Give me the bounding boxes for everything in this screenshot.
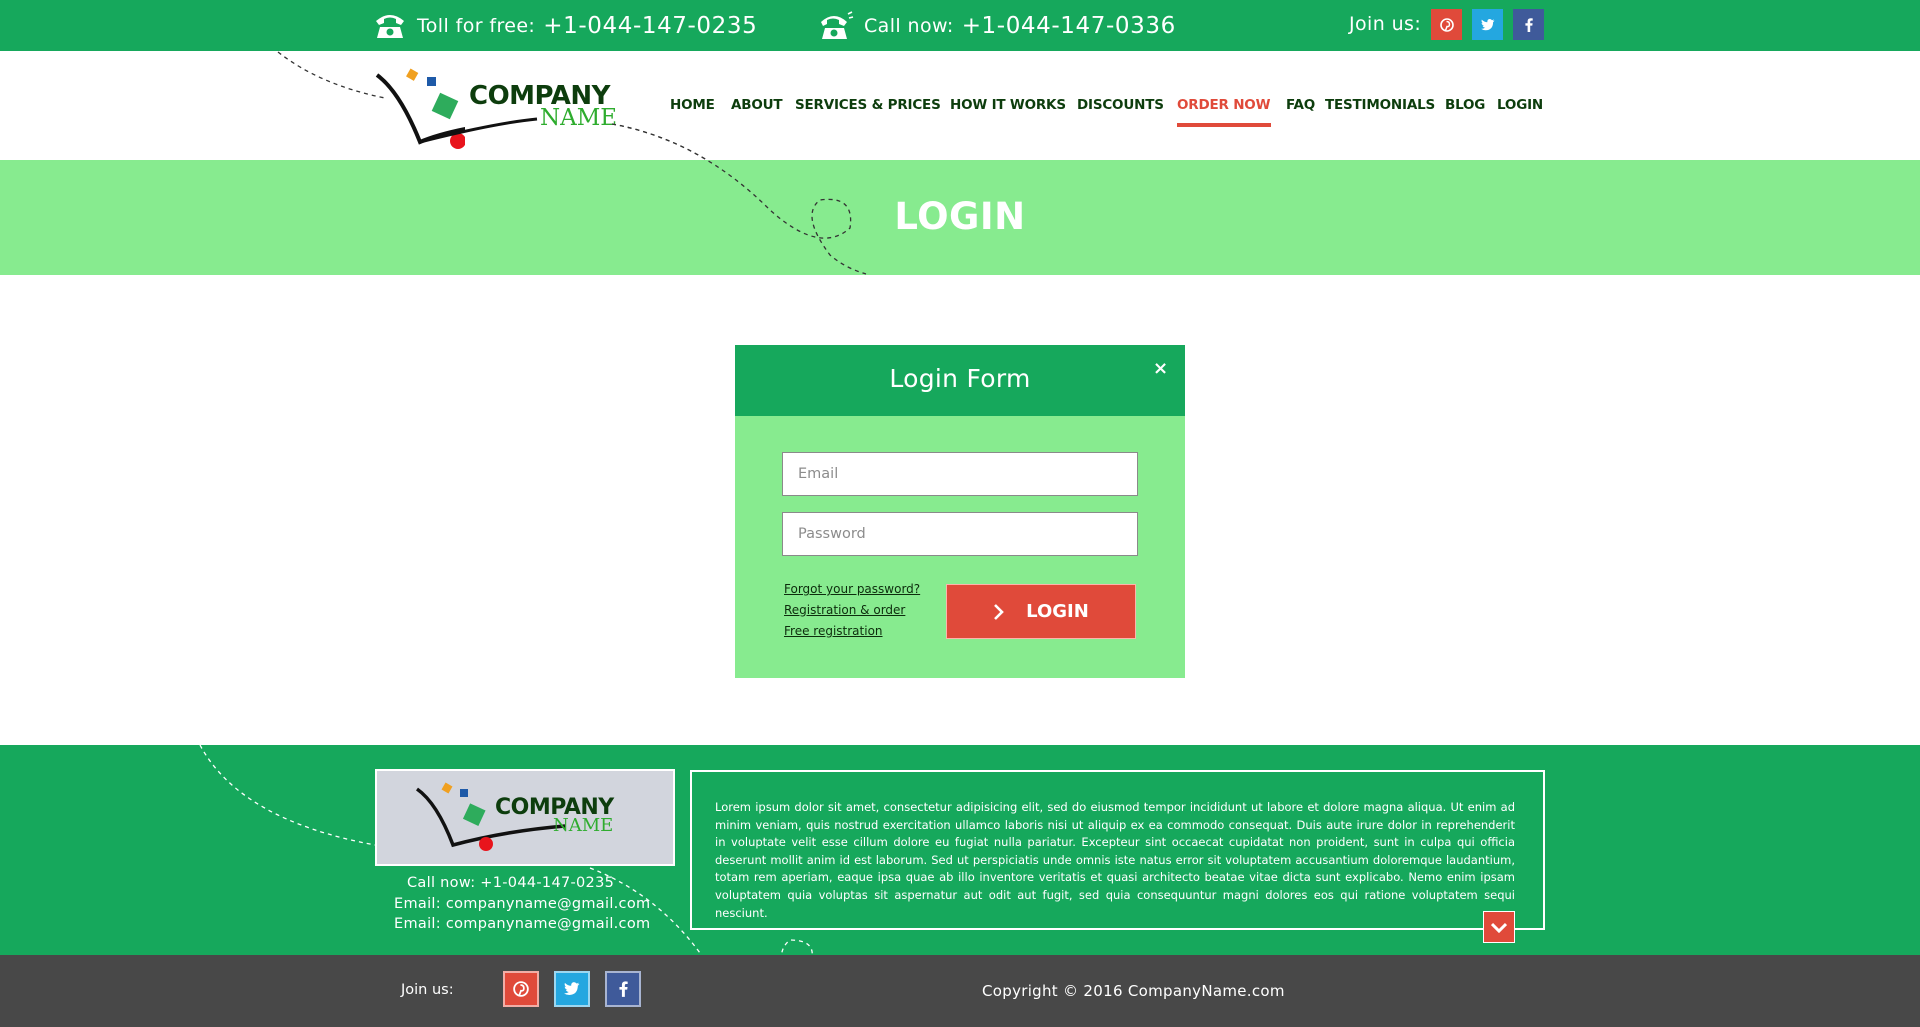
footer-twitter-button[interactable] bbox=[554, 971, 590, 1007]
pinterest-icon bbox=[1439, 17, 1454, 32]
pinterest-button[interactable] bbox=[1431, 9, 1462, 40]
footer-facebook-button[interactable] bbox=[605, 971, 641, 1007]
nav-how-it-works[interactable]: HOW IT WORKS bbox=[950, 97, 1066, 113]
forgot-password-link[interactable]: Forgot your password? bbox=[784, 582, 920, 596]
pinterest-icon bbox=[513, 981, 529, 997]
facebook-icon bbox=[618, 981, 628, 997]
footer-pinterest-button[interactable] bbox=[503, 971, 539, 1007]
footer-email-1[interactable]: Email: companyname@gmail.com bbox=[394, 896, 650, 912]
company-logo[interactable]: COMPANY NAME bbox=[375, 67, 620, 152]
registration-order-link[interactable]: Registration & order bbox=[784, 603, 905, 617]
twitter-button[interactable] bbox=[1472, 9, 1503, 40]
twitter-icon bbox=[564, 982, 580, 996]
facebook-button[interactable] bbox=[1513, 9, 1544, 40]
close-icon[interactable]: × bbox=[1153, 358, 1168, 379]
footer-call-now[interactable]: Call now: +1-044-147-0235 bbox=[407, 875, 614, 891]
login-form-title: Login Form bbox=[889, 364, 1031, 393]
call-now-label: Call now: bbox=[864, 14, 954, 37]
phone-icon bbox=[821, 10, 854, 39]
footer-description: Lorem ipsum dolor sit amet, consectetur … bbox=[715, 800, 1515, 920]
copyright-text: Copyright © 2016 CompanyName.com bbox=[982, 982, 1285, 1000]
phone-icon bbox=[376, 14, 404, 38]
password-field[interactable] bbox=[782, 512, 1138, 556]
nav-home[interactable]: HOME bbox=[670, 97, 715, 113]
nav-blog[interactable]: BLOG bbox=[1445, 97, 1485, 113]
page-title: LOGIN bbox=[894, 195, 1026, 238]
nav-login[interactable]: LOGIN bbox=[1497, 97, 1543, 113]
nav-order-now[interactable]: ORDER NOW bbox=[1177, 97, 1270, 113]
facebook-icon bbox=[1524, 17, 1533, 32]
chevron-right-icon bbox=[994, 603, 1004, 620]
footer-join-us-label: Join us: bbox=[401, 982, 454, 998]
call-now-number[interactable]: +1-044-147-0336 bbox=[962, 13, 1176, 39]
nav-services-prices[interactable]: SERVICES & PRICES bbox=[795, 97, 941, 113]
nav-faq[interactable]: FAQ bbox=[1286, 97, 1315, 113]
bottom-bar bbox=[0, 955, 1920, 1027]
toll-free-label: Toll for free: bbox=[417, 14, 536, 37]
toll-free-number[interactable]: +1-044-147-0235 bbox=[543, 13, 757, 39]
chevron-down-icon bbox=[1491, 922, 1507, 933]
expand-button[interactable] bbox=[1483, 911, 1515, 943]
nav-active-underline bbox=[1177, 123, 1271, 127]
footer-email-2[interactable]: Email: companyname@gmail.com bbox=[394, 916, 650, 932]
login-button-label: LOGIN bbox=[1026, 601, 1089, 622]
login-button[interactable]: LOGIN bbox=[946, 584, 1136, 639]
twitter-icon bbox=[1480, 18, 1494, 30]
free-registration-link[interactable]: Free registration bbox=[784, 624, 883, 638]
toll-free-phone: Toll for free: +1-044-147-0235 bbox=[373, 0, 757, 51]
footer-logo-text-name: NAME bbox=[553, 815, 614, 836]
footer-logo[interactable]: COMPANY NAME bbox=[375, 769, 675, 866]
call-now-phone: Call now: +1-044-147-0336 bbox=[818, 0, 1176, 51]
email-field[interactable] bbox=[782, 452, 1138, 496]
logo-text-name: NAME bbox=[540, 105, 618, 131]
nav-discounts[interactable]: DISCOUNTS bbox=[1077, 97, 1164, 113]
nav-testimonials[interactable]: TESTIMONIALS bbox=[1325, 97, 1435, 113]
join-us-label: Join us: bbox=[1349, 13, 1422, 35]
nav-about[interactable]: ABOUT bbox=[731, 97, 783, 113]
